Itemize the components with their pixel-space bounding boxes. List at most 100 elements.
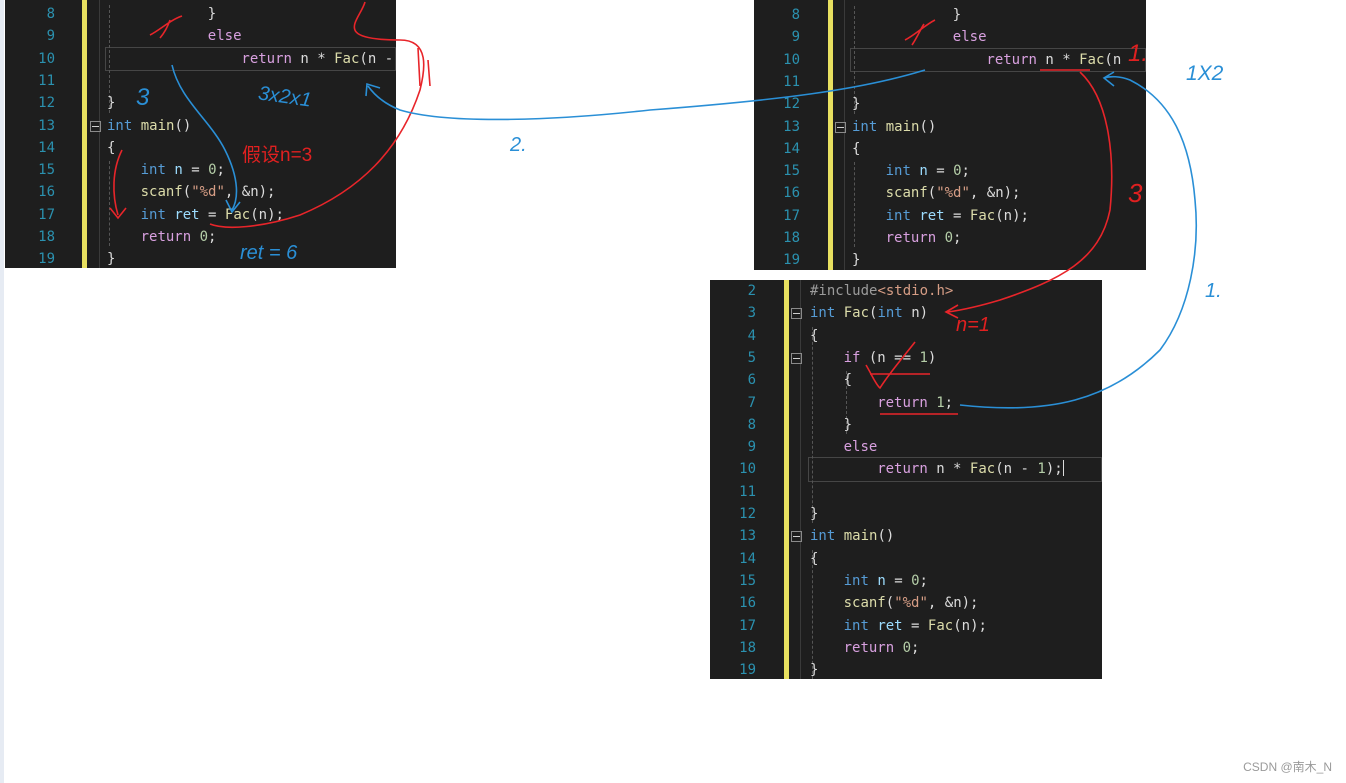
line-number: 11 — [38, 72, 55, 89]
code-text: } — [953, 4, 961, 26]
code-text: } — [810, 659, 818, 679]
assume-n-label: 假设n=3 — [242, 145, 313, 166]
code-token: 1 — [919, 349, 928, 366]
code-token: ) — [927, 349, 937, 366]
code-token: = — [927, 163, 954, 180]
code-token: , &n); — [969, 185, 1021, 202]
code-line: 17 int ret = Fac(n); — [710, 615, 1102, 637]
code-token: { — [852, 140, 861, 157]
code-line: 12} — [754, 93, 1146, 115]
code-token: = — [199, 206, 225, 223]
code-token: 1 — [936, 394, 945, 411]
code-token: return — [885, 230, 937, 246]
code-token: return — [843, 639, 895, 656]
line-number: 13 — [783, 118, 800, 135]
code-line: 10 return n * Fac(n - 1); — [710, 458, 1102, 480]
code-token: scanf — [843, 595, 886, 612]
code-token: 0 — [199, 229, 209, 245]
fold-collapse-icon[interactable] — [791, 308, 802, 320]
code-token: { — [810, 550, 819, 567]
code-token: (n); — [953, 617, 987, 634]
code-token: main — [885, 118, 920, 135]
code-line: 16 scanf("%d", &n); — [754, 182, 1146, 204]
code-token: int — [877, 305, 903, 322]
code-token: return — [140, 229, 192, 245]
code-token: return — [877, 461, 928, 478]
code-token: #include — [810, 283, 878, 299]
fold-collapse-icon[interactable] — [791, 352, 802, 364]
code-line: 13 int main() — [5, 115, 396, 137]
line-number: 17 — [739, 617, 756, 634]
code-text: #include<stdio.h> — [810, 280, 953, 302]
line-number: 14 — [739, 550, 756, 567]
code-line: 8} — [754, 4, 1146, 26]
code-token: int — [885, 163, 911, 180]
code-line: 15 int n = 0; — [754, 160, 1146, 182]
fold-collapse-icon[interactable] — [90, 120, 101, 132]
code-token: int — [885, 207, 911, 224]
line-number: 2 — [747, 283, 756, 299]
line-number: 18 — [38, 229, 55, 245]
code-token: else — [207, 28, 242, 45]
line-number: 16 — [783, 185, 800, 202]
line-number: 10 — [739, 461, 756, 478]
code-token: 1 — [1037, 461, 1046, 478]
code-line: 14 { — [710, 548, 1102, 570]
code-line: 19} — [5, 248, 396, 268]
code-text: int n = 0; — [141, 159, 225, 181]
code-token: Fac — [224, 206, 251, 223]
code-token: () — [877, 528, 895, 545]
line-number: 17 — [38, 206, 55, 223]
code-text: else — [208, 25, 242, 47]
code-token: int — [107, 117, 133, 134]
code-text: return 0; — [886, 227, 962, 249]
code-token: { — [843, 372, 853, 389]
product-1x2-label: 1X2 — [1186, 62, 1224, 85]
code-line: 11 — [5, 70, 396, 92]
code-token: } — [852, 252, 861, 269]
code-token: n * — [927, 461, 970, 478]
code-token: 0 — [911, 572, 920, 589]
code-text: { — [810, 325, 818, 347]
code-token: if — [843, 349, 861, 366]
line-number: 9 — [791, 29, 800, 46]
code-token: ; — [216, 162, 225, 179]
fold-collapse-icon[interactable] — [835, 121, 846, 133]
code-token: int — [852, 118, 878, 135]
code-token: "%d" — [936, 185, 970, 202]
fold-collapse-icon[interactable] — [791, 531, 802, 543]
red-mark-one — [417, 47, 431, 87]
code-token: int — [843, 572, 869, 589]
code-text: } — [208, 3, 216, 25]
code-text: { — [844, 369, 852, 391]
line-number: 8 — [791, 7, 800, 23]
line-number: 8 — [747, 416, 756, 433]
three-right-label: 3 — [1128, 178, 1143, 208]
code-token: = — [885, 572, 912, 589]
line-number: 18 — [783, 230, 800, 246]
code-token: int — [140, 206, 166, 223]
code-line: 10 return n * Fac(n - 1); — [754, 49, 1146, 71]
code-token: , &n); — [927, 595, 979, 612]
code-token: scanf — [140, 184, 183, 201]
code-token: 0 — [208, 162, 217, 179]
code-token: () — [919, 118, 937, 135]
code-token: (n); — [995, 207, 1029, 224]
code-text: { — [852, 138, 860, 160]
line-number: 6 — [747, 372, 756, 389]
code-token: Fac — [969, 461, 996, 478]
code-token: n — [919, 163, 928, 180]
code-token: } — [107, 95, 116, 112]
code-text: } — [107, 248, 115, 268]
three-left-label: 3 — [136, 84, 150, 111]
code-line: 16 scanf("%d", &n); — [5, 181, 396, 203]
code-token: } — [207, 6, 217, 22]
code-token: n * — [291, 50, 335, 67]
code-line: 14 { — [5, 137, 396, 159]
code-text: if (n == 1) — [844, 347, 937, 369]
code-token: Fac — [927, 617, 954, 634]
line-number: 10 — [38, 50, 55, 67]
code-text: int ret = Fac(n); — [844, 615, 987, 637]
